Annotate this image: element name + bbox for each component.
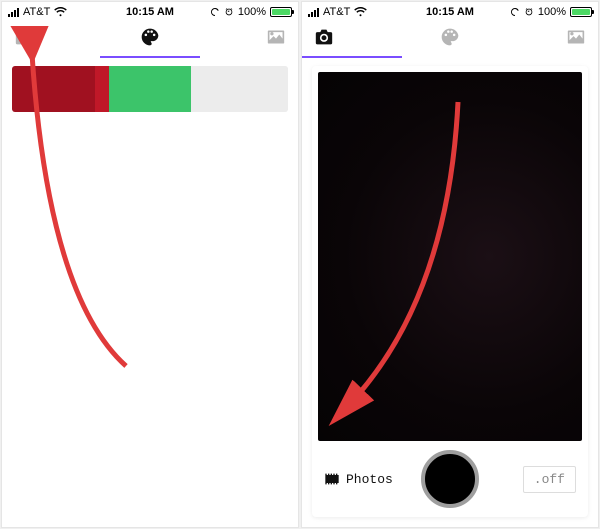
camera-controls: Photos .off [312,441,588,517]
carrier-label: AT&T [23,6,50,18]
palette-icon[interactable] [440,27,460,52]
alarm-icon [224,7,234,17]
carrier-label: AT&T [323,6,350,18]
battery-pct: 100% [238,6,266,18]
color-swatch-row[interactable] [12,66,288,112]
status-left: AT&T [8,6,67,18]
flash-label: .off [534,472,565,487]
battery-pct: 100% [538,6,566,18]
shutter-button[interactable] [421,450,479,508]
image-icon[interactable] [566,28,586,51]
camera-card: Photos .off [312,66,588,517]
top-nav [302,22,598,56]
color-swatch[interactable] [191,66,288,112]
palette-icon[interactable] [140,27,160,52]
loop-icon [510,7,520,17]
loop-icon [210,7,220,17]
camera-icon[interactable] [314,28,334,51]
phone-left: AT&T 10:15 AM 100% [1,1,299,528]
signal-icon [308,8,319,17]
image-icon[interactable] [266,28,286,51]
camera-icon[interactable] [14,28,34,51]
photos-label: Photos [346,472,393,487]
color-swatch[interactable] [95,66,109,112]
film-icon [324,472,340,486]
nav-underline [2,56,298,58]
status-right: 100% [510,6,592,18]
battery-icon [270,7,292,17]
alarm-icon [524,7,534,17]
photos-button[interactable]: Photos [324,472,393,487]
color-swatch[interactable] [12,66,95,112]
status-left: AT&T [308,6,367,18]
signal-icon [8,8,19,17]
nav-underline [302,56,598,58]
flash-toggle[interactable]: .off [523,466,576,493]
wifi-icon [354,7,367,17]
top-nav [2,22,298,56]
wifi-icon [54,7,67,17]
status-right: 100% [210,6,292,18]
status-bar: AT&T 10:15 AM 100% [2,2,298,22]
color-swatch[interactable] [109,66,192,112]
status-bar: AT&T 10:15 AM 100% [302,2,598,22]
camera-viewfinder[interactable] [318,72,582,441]
phone-right: AT&T 10:15 AM 100% Ph [301,1,599,528]
battery-icon [570,7,592,17]
